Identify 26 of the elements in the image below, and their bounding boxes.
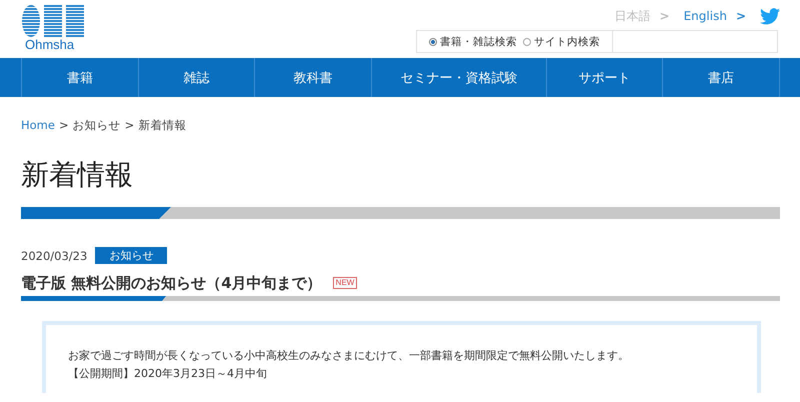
nav-item[interactable]: 雑誌	[138, 58, 256, 97]
nav-item[interactable]: 書店	[663, 58, 780, 97]
page-title: 新着情報	[21, 157, 134, 193]
body-text: 【公開期間】2020年3月23日～4月中旬	[68, 366, 268, 382]
breadcrumb-separator: >	[124, 118, 134, 133]
bird-icon[interactable]	[760, 8, 780, 24]
radio-button[interactable]	[523, 38, 531, 46]
radio-label[interactable]: 書籍・雑誌検索	[440, 34, 517, 48]
category-tag: お知らせ	[95, 247, 168, 264]
language-link[interactable]: English >	[684, 9, 746, 23]
breadcrumb-item: お知らせ	[72, 118, 121, 133]
logo-icon[interactable]	[22, 5, 84, 37]
nav-item[interactable]: サポート	[546, 58, 664, 97]
logo-text[interactable]: Ohmsha	[25, 37, 74, 52]
new-badge: NEW	[332, 277, 358, 289]
breadcrumb-separator: >	[58, 118, 69, 133]
breadcrumb-link[interactable]: Home	[21, 118, 55, 133]
news-headline: 電子版 無料公開のお知らせ（4月中旬まで）	[21, 273, 322, 293]
breadcrumb-item: 新着情報	[138, 118, 186, 133]
radio-button[interactable]	[429, 38, 437, 46]
body-text: お家で過ごす時間が長くなっている小中高校生のみなさまにむけて、一部書籍を期間限定で無料公開いたします。	[68, 348, 630, 364]
nav-item[interactable]: 書籍	[22, 58, 139, 97]
news-date: 2020/03/23	[21, 248, 88, 262]
nav-item[interactable]: 教科書	[255, 58, 372, 97]
radio-label[interactable]: サイト内検索	[534, 34, 600, 48]
nav-item[interactable]: セミナー・資格試験	[372, 58, 547, 97]
